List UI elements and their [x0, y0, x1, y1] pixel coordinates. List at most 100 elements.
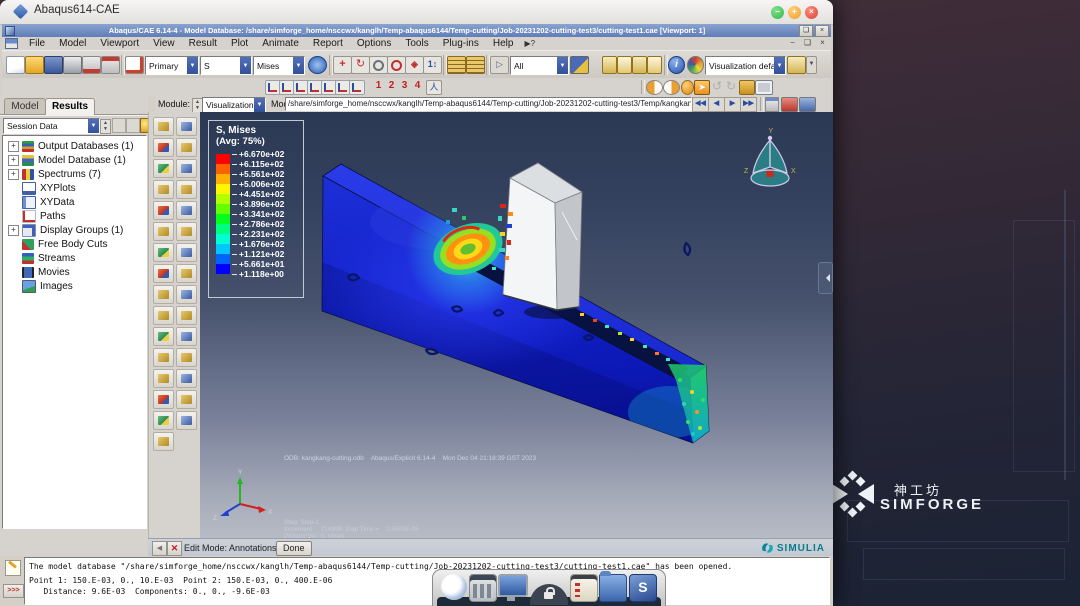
- menu-item[interactable]: Options: [350, 38, 398, 49]
- previous-prompt-icon[interactable]: [152, 541, 167, 556]
- create-annotation-icon[interactable]: [153, 432, 174, 451]
- chevron-down-icon[interactable]: ▼: [254, 98, 265, 112]
- display-group-combo[interactable]: All ▼: [510, 56, 569, 75]
- field-output-variable-combo[interactable]: S ▼: [200, 56, 252, 75]
- dock-monitor-icon[interactable]: [498, 574, 529, 601]
- menu-item[interactable]: Animate: [255, 38, 306, 49]
- user-view-button[interactable]: 3: [399, 80, 410, 93]
- window-titlebar[interactable]: Abaqus614-CAE − + ×: [0, 0, 833, 25]
- deformed-plot-icon[interactable]: [466, 56, 485, 74]
- hidden-line-render-icon[interactable]: [617, 56, 632, 74]
- custom-views-icon[interactable]: 人: [426, 80, 442, 95]
- menu-item[interactable]: View: [146, 38, 182, 49]
- child-close-button[interactable]: ×: [816, 38, 829, 49]
- render-beads-icon[interactable]: [681, 80, 694, 95]
- message-log[interactable]: The model database "/share/simforge_home…: [24, 557, 830, 605]
- tree-item-images[interactable]: Images: [3, 279, 146, 293]
- undeformed-plot-icon[interactable]: [447, 56, 466, 74]
- context-help-icon[interactable]: ▶?: [524, 39, 535, 48]
- view-cut-manager-icon[interactable]: [153, 306, 174, 325]
- new-file-icon[interactable]: [6, 56, 25, 74]
- chevron-down-icon[interactable]: ▼: [240, 57, 251, 74]
- shaded-render-icon[interactable]: [632, 56, 647, 74]
- chevron-down-icon[interactable]: ▼: [293, 57, 304, 74]
- refresh-plot-icon[interactable]: [308, 56, 327, 74]
- tree-expander-icon[interactable]: +: [8, 154, 19, 166]
- dock-calculator-icon[interactable]: [468, 574, 497, 602]
- tree-item-output-databases[interactable]: + Output Databases (1): [3, 139, 146, 153]
- tree-item-display-groups[interactable]: + Display Groups (1): [3, 223, 146, 237]
- tree-root-combo[interactable]: Session Data ▼: [3, 118, 100, 134]
- cycle-views-icon[interactable]: 1↕: [423, 56, 442, 74]
- tree-item-free-body-cuts[interactable]: Free Body Cuts: [3, 237, 146, 251]
- menu-item[interactable]: Viewport: [93, 38, 146, 49]
- mdi-close-button[interactable]: ×: [815, 24, 829, 37]
- menu-item[interactable]: Plot: [224, 38, 255, 49]
- tree-item-model-database[interactable]: + Model Database (1): [3, 153, 146, 167]
- user-view-button[interactable]: 4: [412, 80, 423, 93]
- tree-expander-icon[interactable]: +: [8, 168, 19, 180]
- chevron-down-icon[interactable]: ▼: [557, 57, 568, 74]
- free-body-cut-manager-icon[interactable]: [153, 390, 174, 409]
- wireframe-render-icon[interactable]: [602, 56, 617, 74]
- tree-item-movies[interactable]: Movies: [3, 265, 146, 279]
- stream-options-icon[interactable]: [176, 411, 197, 430]
- child-minimize-button[interactable]: −: [786, 38, 799, 49]
- color-mappings-dropdown-icon[interactable]: ▼: [806, 56, 817, 74]
- tree-item-xydata[interactable]: XYData: [3, 195, 146, 209]
- undo-icon[interactable]: ↺: [710, 80, 724, 93]
- frame-selector-icon[interactable]: [765, 97, 779, 112]
- menu-item[interactable]: Report: [306, 38, 350, 49]
- user-view-button[interactable]: 2: [386, 80, 397, 93]
- dock-folder-icon[interactable]: [599, 571, 628, 602]
- viewport-canvas[interactable]: Y Z X Y X Z S, Mises (Avg: 75%) +6.670e+…: [200, 112, 833, 538]
- color-code-options-icon[interactable]: [176, 369, 197, 388]
- perspective-off-icon[interactable]: [663, 80, 680, 95]
- tree-root-spinner[interactable]: ▲ ▼: [100, 119, 111, 134]
- info-icon[interactable]: i: [668, 56, 685, 74]
- tab-model[interactable]: Model: [4, 98, 46, 115]
- menu-item[interactable]: Plug-ins: [436, 38, 486, 49]
- viewport-annotations-icon[interactable]: [755, 80, 773, 95]
- mdi-restore-button[interactable]: ❏: [799, 24, 813, 37]
- first-frame-icon[interactable]: ◀◀: [692, 97, 709, 112]
- tree-search-icon[interactable]: [126, 118, 140, 133]
- cancel-procedure-icon[interactable]: [167, 541, 182, 556]
- display-group-options-icon[interactable]: [176, 348, 197, 367]
- viewport-menu-icon[interactable]: [5, 38, 18, 49]
- chevron-down-icon[interactable]: ▼: [774, 57, 785, 74]
- material-orientation-options-icon[interactable]: [176, 201, 197, 220]
- print-icon[interactable]: [63, 56, 82, 74]
- panel-slide-handle[interactable]: [818, 262, 833, 294]
- options-target-combo[interactable]: Visualization defaults▼: [705, 56, 786, 75]
- open-file-icon[interactable]: [25, 56, 44, 74]
- view-cut-options-icon[interactable]: [176, 306, 197, 325]
- dock-clipboard-icon[interactable]: [569, 574, 598, 602]
- dock-lamp-icon[interactable]: [441, 574, 467, 600]
- render-options-icon[interactable]: [687, 56, 704, 74]
- stream-manager-icon[interactable]: [153, 411, 174, 430]
- filled-render-icon[interactable]: [647, 56, 662, 74]
- selection-arrow-icon[interactable]: ▷: [490, 56, 509, 74]
- mdi-titlebar[interactable]: Abaqus/CAE 6.14-4 - Model Database: /sha…: [2, 24, 831, 37]
- tree-expander-icon[interactable]: +: [8, 140, 19, 152]
- chevron-down-icon[interactable]: ▼: [88, 119, 99, 133]
- save-icon[interactable]: [44, 56, 63, 74]
- contour-options-icon[interactable]: [176, 159, 197, 178]
- minimize-button[interactable]: −: [771, 6, 784, 19]
- display-group-manager-icon[interactable]: [153, 348, 174, 367]
- apply-iso-view-icon[interactable]: [349, 80, 365, 95]
- module-combo[interactable]: Visualization ▼: [202, 97, 266, 113]
- chevron-down-icon[interactable]: ▼: [187, 57, 198, 74]
- free-body-options-icon[interactable]: [176, 390, 197, 409]
- plot-contours-icon[interactable]: [153, 159, 174, 178]
- color-code-dialog-icon[interactable]: [153, 369, 174, 388]
- plot-undeformed-shape-icon[interactable]: [153, 117, 174, 136]
- menu-item[interactable]: File: [22, 38, 52, 49]
- path-manager-icon[interactable]: [153, 327, 174, 346]
- results-tree[interactable]: + Output Databases (1) + Model Database …: [2, 135, 147, 529]
- xy-data-manager-icon[interactable]: [176, 327, 197, 346]
- field-output-dialog-icon[interactable]: [125, 56, 144, 74]
- query-information-icon[interactable]: [153, 285, 174, 304]
- message-log-icon[interactable]: [5, 560, 21, 576]
